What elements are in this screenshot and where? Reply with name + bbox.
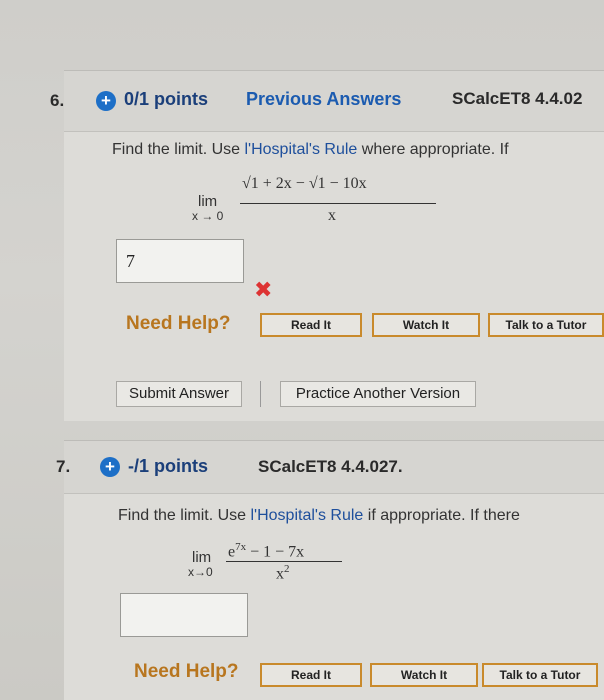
lim-label: lim (198, 193, 218, 210)
prompt-end: if appropriate. If there (363, 507, 520, 524)
expand-plus-icon[interactable]: + (96, 91, 116, 111)
fraction-bar (226, 561, 342, 562)
submit-answer-button[interactable]: Submit Answer (116, 381, 242, 407)
expand-plus-icon[interactable]: + (100, 457, 120, 477)
numerator-exponent: 7x (235, 541, 247, 553)
denominator: x2 (276, 563, 290, 583)
need-help-label: Need Help? (134, 661, 239, 682)
problem-code: SCalcET8 4.4.02 (452, 89, 583, 108)
fraction-bar (240, 203, 436, 204)
practice-another-version-button[interactable]: Practice Another Version (280, 381, 476, 407)
question-6-header: 6. + 0/1 points Previous Answers SCalcET… (50, 71, 604, 132)
numerator: e7x − 1 − 7x (228, 541, 304, 561)
need-help-label: Need Help? (126, 313, 231, 334)
denominator: x (328, 207, 336, 224)
denominator-base: x (276, 565, 284, 583)
points-label: -/1 points (128, 456, 208, 476)
points-label: 0/1 points (124, 89, 209, 109)
question-6-prompt: Find the limit. Use l'Hospital's Rule wh… (112, 141, 509, 159)
read-it-button[interactable]: Read It (260, 313, 362, 337)
watch-it-button[interactable]: Watch It (372, 313, 480, 337)
denominator-exponent: 2 (284, 563, 290, 575)
lim-subscript: x → 0 (192, 209, 224, 223)
question-6-panel: 6. + 0/1 points Previous Answers SCalcET… (50, 70, 604, 421)
numerator: √1 + 2x − √1 − 10x (242, 175, 367, 192)
answer-input[interactable]: 7 (116, 239, 244, 283)
question-7-panel: 7. + -/1 points SCalcET8 4.4.027. Find t… (56, 440, 604, 700)
prompt-start: Find the limit. Use (112, 141, 245, 158)
numerator-rest: − 1 − 7x (246, 543, 305, 561)
question-7-prompt: Find the limit. Use l'Hospital's Rule if… (118, 507, 520, 525)
talk-to-tutor-button[interactable]: Talk to a Tutor (488, 313, 604, 337)
lhospital-rule-link[interactable]: l'Hospital's Rule (244, 141, 357, 158)
question-7-header: 7. + -/1 points SCalcET8 4.4.027. (56, 441, 604, 494)
button-separator (260, 381, 261, 407)
lhospital-rule-link[interactable]: l'Hospital's Rule (250, 507, 363, 524)
incorrect-x-icon: ✖ (254, 277, 273, 302)
problem-code: SCalcET8 4.4.027. (258, 457, 403, 476)
answer-input[interactable] (120, 593, 248, 637)
prompt-start: Find the limit. Use (118, 507, 251, 524)
page: 6. + 0/1 points Previous Answers SCalcET… (0, 0, 604, 700)
question-number: 6. (50, 91, 65, 110)
prompt-end: where appropriate. If (357, 141, 509, 158)
talk-to-tutor-button[interactable]: Talk to a Tutor (482, 663, 598, 687)
read-it-button[interactable]: Read It (260, 663, 362, 687)
lim-label: lim (192, 549, 212, 566)
question-number: 7. (56, 457, 71, 476)
lim-subscript: x→0 (188, 565, 213, 579)
previous-answers-link[interactable]: Previous Answers (246, 89, 401, 110)
watch-it-button[interactable]: Watch It (370, 663, 478, 687)
